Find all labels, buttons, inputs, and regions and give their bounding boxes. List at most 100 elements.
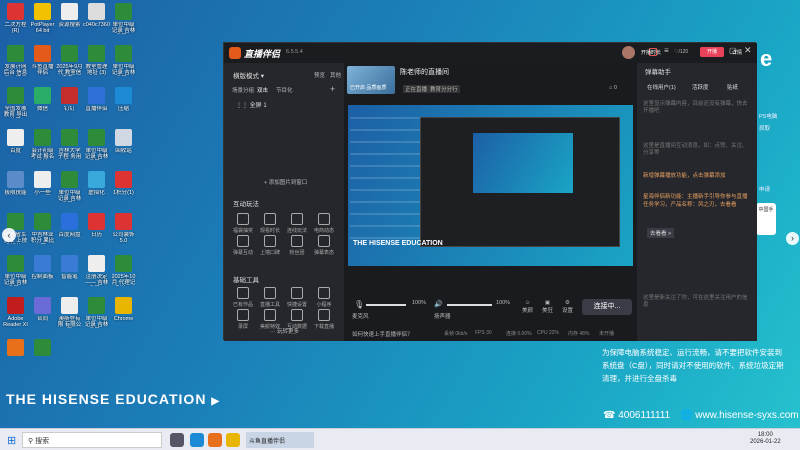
firefox-icon[interactable]: [208, 433, 222, 447]
desktop-icon[interactable]: [2, 338, 29, 376]
desktop-icon[interactable]: 2025年9月代 教室信息表...: [56, 44, 83, 82]
tab-stickers[interactable]: 贴纸: [727, 83, 738, 91]
details-button[interactable]: 详情: [732, 49, 742, 56]
tab-online-users[interactable]: 在线用户(1): [647, 83, 676, 91]
add-source-button[interactable]: + 添加图片到窗口: [264, 178, 307, 186]
task-view-icon[interactable]: [170, 433, 184, 447]
desktop-icon[interactable]: 单位中级记录 吉林省显...: [110, 2, 137, 40]
desktop-icon[interactable]: 单位中级记录 吉林省显...: [2, 254, 29, 292]
speaker-slider[interactable]: [447, 304, 492, 306]
tool-basic_tools-3[interactable]: 小程序: [313, 287, 335, 308]
info-website: 🌐 www.hisense-syxs.com: [680, 410, 799, 421]
taskbar-app-douyu[interactable]: 斗鱼直播伴侣: [246, 432, 314, 448]
desktop-icon[interactable]: Adobe Reader XI: [2, 296, 29, 334]
avatar[interactable]: [622, 46, 635, 59]
start-icon[interactable]: ⊞: [7, 434, 16, 447]
desktop-icon[interactable]: 单位中级记录 吉林省显...: [56, 170, 83, 208]
desktop-icon[interactable]: 压缩: [110, 86, 137, 124]
speaker-icon[interactable]: 🔊: [434, 300, 443, 308]
tool-basic_tools-0[interactable]: 已有作品: [232, 287, 254, 308]
add-scene-icon[interactable]: +: [330, 84, 335, 94]
desktop-icon[interactable]: 极限技能: [2, 170, 29, 208]
desktop-icon[interactable]: 中吉林业积分 果比上课...: [29, 212, 56, 250]
tool-interactive_tools-3[interactable]: 电商动态: [313, 213, 335, 234]
desktop-icon[interactable]: 单位中级记录 吉林省显...: [83, 296, 110, 334]
promo-link[interactable]: 去看看 >: [647, 228, 675, 238]
desktop-icon[interactable]: 单位中级记录 吉林省显...: [83, 128, 110, 166]
tool-interactive_tools-1[interactable]: 观看时长: [259, 213, 281, 234]
tab-activity[interactable]: 活跃度: [692, 83, 709, 91]
tool-basic_tools-1[interactable]: 直播工具: [259, 287, 281, 308]
desktop-icon[interactable]: 教室管理地址 (3): [83, 44, 110, 82]
other-button[interactable]: 其他: [330, 71, 341, 79]
desktop-icon[interactable]: PotPlayer 64 bit: [29, 2, 56, 40]
scene-tab-program[interactable]: 节目化: [276, 86, 293, 94]
mic-icon[interactable]: 🎙: [354, 300, 364, 309]
scroll-left-button[interactable]: ‹: [2, 228, 16, 242]
mic-slider[interactable]: [366, 304, 406, 306]
scene-mode-dropdown[interactable]: 横版模式 ▾: [233, 70, 264, 80]
desktop-app-icon: [88, 87, 105, 104]
desktop-icon[interactable]: 资源搜索: [56, 2, 83, 40]
tool-interactive_tools-5[interactable]: 上墙口碑: [259, 235, 281, 256]
helper-widget[interactable]: 中国手: [756, 203, 776, 235]
desktop-icon[interactable]: 公司装饰 5.0: [110, 212, 137, 250]
effects-button[interactable]: ▣ 美狂: [542, 300, 553, 314]
desktop-icon[interactable]: 百度: [2, 128, 29, 166]
more-tools-button[interactable]: ··· 玩转更多: [270, 327, 299, 335]
tool-basic_tools-2[interactable]: 快捷设置: [286, 287, 308, 308]
desktop-icon[interactable]: 单位中级记录 吉林省显...: [110, 44, 137, 82]
desktop-icon[interactable]: 控制面板: [29, 254, 56, 292]
chat-note: 这里是直播间互动消息，如：点赞、关注、分享等: [643, 143, 748, 156]
beauty-button[interactable]: ☺ 美颜: [522, 300, 533, 314]
tool-interactive_tools-7[interactable]: 弹幕表态: [313, 235, 335, 256]
taskbar-clock[interactable]: 18:00 2026-01-22: [750, 432, 781, 446]
desktop-icon[interactable]: 二次方程(R): [2, 2, 29, 40]
desktop-icon-label: 虚拟化: [88, 190, 105, 196]
quickstart-link[interactable]: 如何快速上手直播伴侣？: [352, 330, 413, 338]
menu-icon[interactable]: ≡: [664, 46, 669, 55]
desktop-icon[interactable]: 百度网盘: [56, 212, 83, 250]
tool-basic_tools-7[interactable]: 下载直播: [313, 309, 335, 330]
desktop-icon[interactable]: 小一些: [29, 170, 56, 208]
tool-interactive_tools-4[interactable]: 弹幕互动: [232, 235, 254, 256]
desktop-icon[interactable]: 合同: [29, 296, 56, 334]
tool-interactive_tools-6[interactable]: 粉丝团: [286, 235, 308, 256]
preview-button[interactable]: 预览: [314, 71, 325, 79]
desktop-icon[interactable]: 会计初级考试 报名地址: [29, 128, 56, 166]
desktop-icon[interactable]: 注册决定—— 吉林省显...: [83, 254, 110, 292]
scene-item[interactable]: ⋮⋮ 全屏 1: [230, 97, 338, 111]
desktop-icon[interactable]: 吉林大学子程 务用（RE...: [56, 128, 83, 166]
chrome-icon[interactable]: [226, 433, 240, 447]
desktop-icon-label: 2025年10月 代理记账的...: [111, 274, 136, 286]
tool-interactive_tools-2[interactable]: 连线玩法: [286, 213, 308, 234]
edge-icon[interactable]: [190, 433, 204, 447]
desktop-icon[interactable]: 1积分(1): [110, 170, 137, 208]
close-icon[interactable]: ✕: [744, 45, 752, 56]
desktop-icon[interactable]: 澳斯登有限 有限公司: [56, 296, 83, 334]
taskbar-search[interactable]: ⚲ 搜索: [22, 432, 162, 448]
desktop-icon[interactable]: 虚拟化: [83, 170, 110, 208]
desktop-icon[interactable]: 钉钉: [56, 86, 83, 124]
desktop-icon[interactable]: [29, 338, 56, 376]
desktop-icon[interactable]: c040c7360...: [83, 2, 110, 40]
desktop-icon[interactable]: Chrome: [110, 296, 137, 334]
desktop-icon[interactable]: 直播伴侣: [83, 86, 110, 124]
desktop-icon[interactable]: 2025年10月 代理记账的...: [110, 254, 137, 292]
scene-tab-group[interactable]: 场景分组: [232, 86, 254, 94]
desktop-icon[interactable]: 发展计网后台 信息录入模板: [2, 44, 29, 82]
category-live[interactable]: 正在直播: [403, 85, 430, 93]
settings-button[interactable]: ⚙ 设置: [562, 300, 573, 314]
desktop-icon[interactable]: 回收站: [110, 128, 137, 166]
desktop-icon[interactable]: 日历: [83, 212, 110, 250]
desktop-icon[interactable]: 斗鱼直播伴侣: [29, 44, 56, 82]
desktop-icon[interactable]: 全国发展教育 导出结果: [2, 86, 29, 124]
tool-interactive_tools-0[interactable]: 福袋抽奖: [232, 213, 254, 234]
desktop-icon[interactable]: 微信: [29, 86, 56, 124]
start-button-badge[interactable]: 开播: [700, 47, 724, 57]
category-education[interactable]: 教育分分行: [428, 85, 460, 93]
scene-tab-double[interactable]: 双击: [257, 86, 268, 94]
desktop-icon[interactable]: 智能笔: [56, 254, 83, 292]
connect-button[interactable]: 连接中...: [582, 299, 632, 315]
tool-basic_tools-4[interactable]: 录屏: [232, 309, 254, 330]
